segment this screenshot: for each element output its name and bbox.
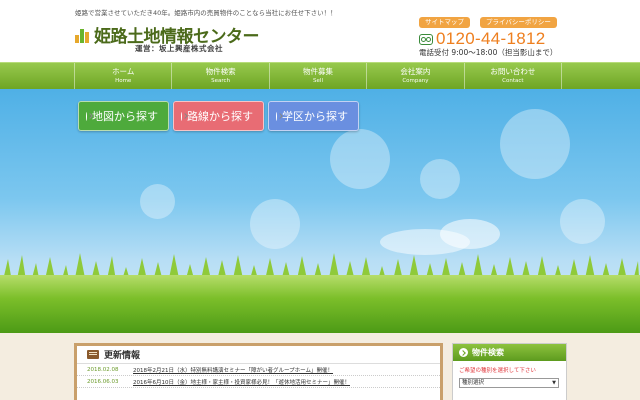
widget-header: 物件検索 bbox=[453, 344, 566, 361]
privacy-policy-link[interactable]: プライバシーポリシー bbox=[480, 17, 557, 28]
hero-banner: 地図から探す 路線から探す 学区から探す bbox=[0, 89, 640, 333]
business-hours: 電話受付 9:00～18:00（担当影山まで） bbox=[419, 48, 558, 57]
nav-item-contact[interactable]: お問い合わせ Contact bbox=[463, 63, 563, 89]
news-date: 2016.06.03 bbox=[87, 378, 119, 385]
nav-sublabel: Sell bbox=[313, 78, 323, 84]
property-type-select[interactable]: 種別選択 ▼ bbox=[459, 378, 559, 388]
select-value: 種別選択 bbox=[462, 380, 485, 386]
button-label: 路線から探す bbox=[187, 110, 253, 123]
search-by-line-button[interactable]: 路線から探す bbox=[173, 101, 264, 131]
button-label: 地図から探す bbox=[92, 110, 158, 123]
nav-sublabel: Search bbox=[211, 78, 231, 84]
book-icon bbox=[87, 350, 99, 359]
news-link[interactable]: 2018年2月21日（水）特別無料講演セミナー「障がい者グループホーム」開催！ bbox=[133, 366, 333, 374]
nav-sublabel: Contact bbox=[502, 78, 524, 84]
bokeh-light bbox=[420, 159, 460, 199]
arrow-circle-icon bbox=[181, 111, 182, 121]
chevron-down-icon: ▼ bbox=[552, 380, 556, 386]
site-tagline: 姫路で営業させていただき40年。姫路市内の売買物件のことなら当社にお任せ下さい！… bbox=[75, 9, 337, 17]
sitemap-link[interactable]: サイトマップ bbox=[419, 17, 470, 28]
bokeh-light bbox=[500, 109, 570, 179]
news-header: 更新情報 bbox=[77, 346, 440, 364]
widget-title: 物件検索 bbox=[472, 348, 504, 357]
news-panel: 更新情報 2018.02.08 2018年2月21日（水）特別無料講演セミナー「… bbox=[74, 343, 443, 400]
nav-label: お問い合わせ bbox=[490, 67, 536, 76]
site-header: 姫路で営業させていただき40年。姫路市内の売買物件のことなら当社にお任せ下さい！… bbox=[0, 0, 640, 62]
news-link[interactable]: 2016年6月10日（金）地主様・家主様・投資家様必見！「遊休地活用セミナー」開… bbox=[133, 378, 350, 386]
content-area: 更新情報 2018.02.08 2018年2月21日（水）特別無料講演セミナー「… bbox=[0, 333, 640, 400]
property-search-widget: 物件検索 ご希望の種別を選択して下さい 種別選択 ▼ bbox=[452, 343, 567, 400]
nav-label: ホーム bbox=[112, 67, 135, 76]
bokeh-light bbox=[250, 199, 300, 249]
news-item: 2018.02.08 2018年2月21日（水）特別無料講演セミナー「障がい者グ… bbox=[77, 364, 440, 376]
search-by-school-district-button[interactable]: 学区から探す bbox=[268, 101, 359, 131]
nav-item-company[interactable]: 会社案内 Company bbox=[366, 63, 463, 89]
nav-label: 物件募集 bbox=[303, 67, 334, 76]
operator-label: 運営：坂上興産株式会社 bbox=[135, 44, 223, 53]
widget-note: ご希望の種別を選択して下さい bbox=[459, 368, 536, 374]
cloud bbox=[380, 229, 470, 255]
grass-field bbox=[0, 275, 640, 333]
phone-number[interactable]: 0120-44-1812 bbox=[436, 29, 545, 49]
bokeh-light bbox=[330, 129, 390, 189]
phone-block: 0120-44-1812 bbox=[419, 29, 545, 49]
news-title: 更新情報 bbox=[104, 351, 141, 361]
bokeh-light bbox=[560, 199, 605, 244]
search-method-buttons: 地図から探す 路線から探す 学区から探す bbox=[78, 101, 359, 131]
arrow-circle-icon bbox=[459, 348, 468, 357]
nav-item-home[interactable]: ホーム Home bbox=[74, 63, 171, 89]
news-item: 2016.06.03 2016年6月10日（金）地主様・家主様・投資家様必見！「… bbox=[77, 376, 440, 388]
arrow-circle-icon bbox=[86, 111, 87, 121]
nav-item-search[interactable]: 物件検索 Search bbox=[171, 63, 268, 89]
building-logo-icon bbox=[75, 27, 91, 43]
bokeh-light bbox=[140, 184, 175, 219]
nav-item-sell[interactable]: 物件募集 Sell bbox=[268, 63, 366, 89]
nav-label: 会社案内 bbox=[400, 67, 431, 76]
global-nav: ホーム Home 物件検索 Search 物件募集 Sell 会社案内 Comp… bbox=[0, 62, 640, 89]
nav-sublabel: Home bbox=[115, 78, 132, 84]
nav-sublabel: Company bbox=[402, 78, 429, 84]
news-date: 2018.02.08 bbox=[87, 366, 119, 373]
free-dial-icon bbox=[419, 33, 433, 45]
search-by-map-button[interactable]: 地図から探す bbox=[78, 101, 169, 131]
button-label: 学区から探す bbox=[282, 110, 348, 123]
arrow-circle-icon bbox=[276, 111, 277, 121]
nav-label: 物件検索 bbox=[205, 67, 236, 76]
